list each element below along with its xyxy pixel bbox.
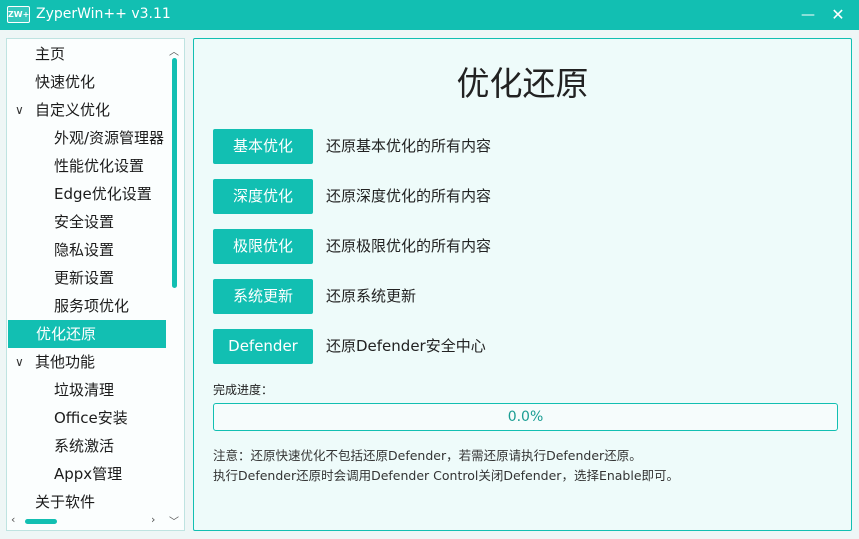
title-bar: ZW+ ZyperWin++ v3.11 — ✕ — [0, 0, 859, 30]
note-line-1: 注意：还原快速优化不包括还原Defender，若需还原请执行Defender还原… — [213, 448, 642, 463]
restore-extreme-button[interactable]: 极限优化 — [213, 229, 313, 264]
tree-item-label: 外观/资源管理器 — [54, 129, 165, 147]
tree-item[interactable]: 性能优化设置 — [7, 152, 167, 180]
expand-chevron-icon[interactable]: ∨ — [15, 348, 25, 376]
tree-item[interactable]: 主页 — [7, 40, 167, 68]
tree-item-label: 安全设置 — [54, 213, 115, 231]
scroll-left-arrow-icon[interactable]: ‹ — [11, 513, 15, 526]
tree-item-label: 关于软件 — [35, 493, 96, 511]
navigation-tree[interactable]: 主页快速优化 ∨ 自定义优化外观/资源管理器 性能优化设置 Edge优化设置 安全设置隐私… — [6, 38, 185, 531]
tree-item-label: 主页 — [35, 45, 66, 63]
tree-item-label: Office安装 — [54, 409, 128, 427]
tree-item-label: 垃圾清理 — [54, 381, 115, 399]
tree-item[interactable]: Edge优化设置 — [7, 180, 167, 208]
restore-defender-button[interactable]: Defender — [213, 329, 313, 364]
progress-label: 完成进度： — [213, 383, 274, 397]
tree-item[interactable]: Office安装 — [7, 404, 167, 432]
restore-extreme-description: 还原极限优化的所有内容 — [326, 237, 492, 255]
app-logo-icon: ZW+ — [7, 6, 30, 23]
scroll-up-arrow-icon[interactable]: ︿ — [169, 43, 179, 58]
tree-item[interactable]: 关于软件 — [7, 488, 167, 516]
restore-deep-description: 还原深度优化的所有内容 — [326, 187, 492, 205]
tree-item[interactable]: Appx管理 — [7, 460, 167, 488]
progress-bar: 0.0% — [213, 403, 838, 431]
restore-update-description: 还原系统更新 — [326, 287, 417, 305]
tree-item-label: 优化还原 — [36, 325, 97, 343]
tree-item-label: 自定义优化 — [35, 101, 111, 119]
restore-update-button[interactable]: 系统更新 — [213, 279, 313, 314]
tree-item[interactable]: ∨ 自定义优化 — [7, 96, 167, 124]
tree-item-label: Edge优化设置 — [54, 185, 152, 203]
tree-item[interactable]: ∨ 其他功能 — [7, 348, 167, 376]
tree-item[interactable]: 快速优化 — [7, 68, 167, 96]
vertical-scrollbar-thumb[interactable] — [172, 58, 177, 288]
tree-item-label: 隐私设置 — [54, 241, 115, 259]
tree-item[interactable]: 隐私设置 — [7, 236, 167, 264]
tree-item[interactable]: 垃圾清理 — [7, 376, 167, 404]
restore-deep-button[interactable]: 深度优化 — [213, 179, 313, 214]
restore-defender-description: 还原Defender安全中心 — [326, 337, 486, 355]
tree-item[interactable]: 安全设置 — [7, 208, 167, 236]
tree-item[interactable]: 服务项优化 — [7, 292, 167, 320]
tree-item-label: 性能优化设置 — [54, 157, 145, 175]
restore-basic-description: 还原基本优化的所有内容 — [326, 137, 492, 155]
page-title: 优化还原 — [456, 64, 589, 103]
tree-item-label: 快速优化 — [35, 73, 96, 91]
restore-basic-button[interactable]: 基本优化 — [213, 129, 313, 164]
tree-item[interactable]: 更新设置 — [7, 264, 167, 292]
horizontal-scrollbar-thumb[interactable] — [25, 519, 57, 524]
tree-item[interactable]: 外观/资源管理器 — [7, 124, 167, 152]
scroll-right-arrow-icon[interactable]: › — [151, 513, 155, 526]
close-button[interactable]: ✕ — [827, 5, 849, 25]
window-title: ZyperWin++ v3.11 — [36, 6, 171, 22]
scroll-down-arrow-icon[interactable]: ﹀ — [169, 513, 179, 528]
tree-item-label: Appx管理 — [54, 465, 123, 483]
tree-item-label: 系统激活 — [54, 437, 115, 455]
tree-item[interactable]: 优化还原 — [8, 320, 166, 348]
tree-item-label: 其他功能 — [35, 353, 96, 371]
note-line-2: 执行Defender还原时会调用Defender Control关闭Defend… — [213, 468, 680, 483]
tree-item-label: 服务项优化 — [54, 297, 130, 315]
expand-chevron-icon[interactable]: ∨ — [15, 96, 25, 124]
restore-panel: 优化还原 基本优化 还原基本优化的所有内容 深度优化 还原深度优化的所有内容 极… — [193, 38, 852, 531]
minimize-button[interactable]: — — [797, 5, 819, 25]
tree-item[interactable]: 系统激活 — [7, 432, 167, 460]
tree-item-label: 更新设置 — [54, 269, 115, 287]
progress-text: 0.0% — [507, 409, 544, 425]
